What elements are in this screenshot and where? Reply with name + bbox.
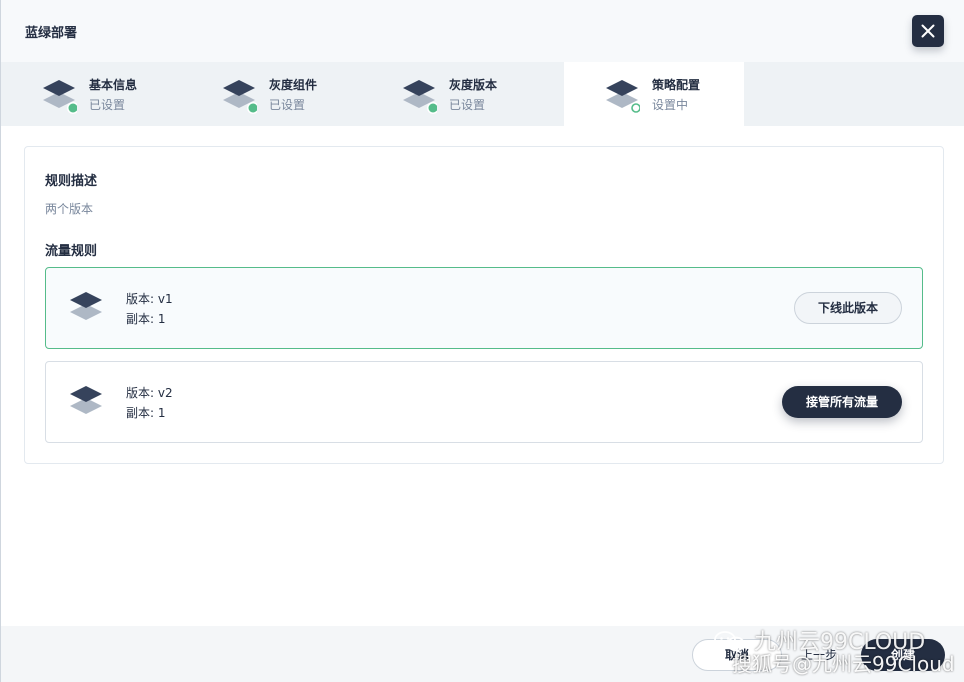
step-label: 灰度组件 [269,78,318,92]
modal-title: 蓝绿部署 [25,26,78,41]
replica-label: 副本: 1 [126,312,166,326]
version-card-v1[interactable]: 版本: v1 副本: 1 下线此版本 [45,267,923,349]
step-gray-version[interactable]: 灰度版本 已设置 [361,62,541,126]
layers-icon [43,80,77,114]
rule-description-text: 两个版本 [45,202,94,216]
version-label: 版本: v2 [126,386,173,400]
step-gray-component[interactable]: 灰度组件 已设置 [181,62,361,126]
traffic-rule-title: 流量规则 [45,244,98,259]
layers-icon [403,80,437,114]
version-card-v2[interactable]: 版本: v2 副本: 1 接管所有流量 [45,361,923,443]
rule-description-title: 规则描述 [45,174,98,189]
step-strategy-config[interactable]: 策略配置 设置中 [564,62,744,126]
layers-icon [70,292,102,320]
step-tabs: 基本信息 已设置 灰度组件 已设置 灰度版本 已设置 策略配置 设置中 [1,62,964,126]
close-button[interactable] [912,15,944,47]
modal-header: 蓝绿部署 [1,0,964,62]
strategy-panel: 规则描述 两个版本 流量规则 版本: v1 副本: 1 下线此版本 版本: v2… [24,146,944,464]
watermark-bottom: 搜狐号@九州云99Cloud [732,652,955,676]
layers-icon [70,386,102,414]
version-label: 版本: v1 [126,292,173,306]
layers-icon [606,80,640,114]
step-status: 设置中 [652,98,689,112]
step-status: 已设置 [449,98,486,112]
step-label: 基本信息 [89,78,138,92]
step-status: 已设置 [89,98,126,112]
step-label: 灰度版本 [449,78,498,92]
layers-icon [223,80,257,114]
step-status: 已设置 [269,98,306,112]
blue-green-deploy-modal: 蓝绿部署 基本信息 已设置 灰度组件 已设置 灰度版本 已设置 策略配置 设置中… [0,0,964,682]
offline-version-button[interactable]: 下线此版本 [794,292,902,324]
replica-label: 副本: 1 [126,406,166,420]
take-over-traffic-button[interactable]: 接管所有流量 [782,386,902,418]
close-icon [921,24,935,38]
step-label: 策略配置 [652,78,701,92]
step-basic-info[interactable]: 基本信息 已设置 [1,62,181,126]
